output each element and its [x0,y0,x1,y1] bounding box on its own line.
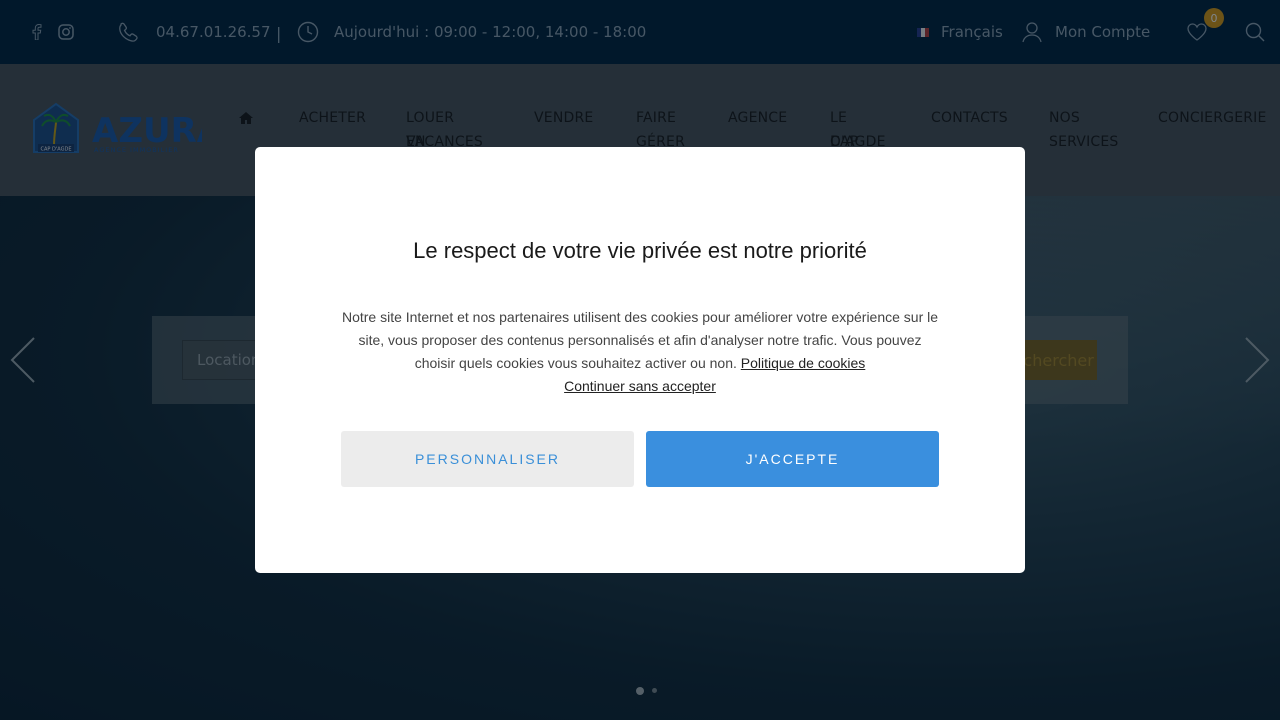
customize-button[interactable]: PERSONNALISER [341,431,634,487]
accept-button[interactable]: J'ACCEPTE [646,431,939,487]
continue-without-accepting-link[interactable]: Continuer sans accepter [564,378,716,394]
modal-title: Le respect de votre vie privée est notre… [413,238,867,263]
modal-text: Notre site Internet et nos partenaires u… [340,306,940,398]
cookie-policy-link[interactable]: Politique de cookies [741,355,866,371]
